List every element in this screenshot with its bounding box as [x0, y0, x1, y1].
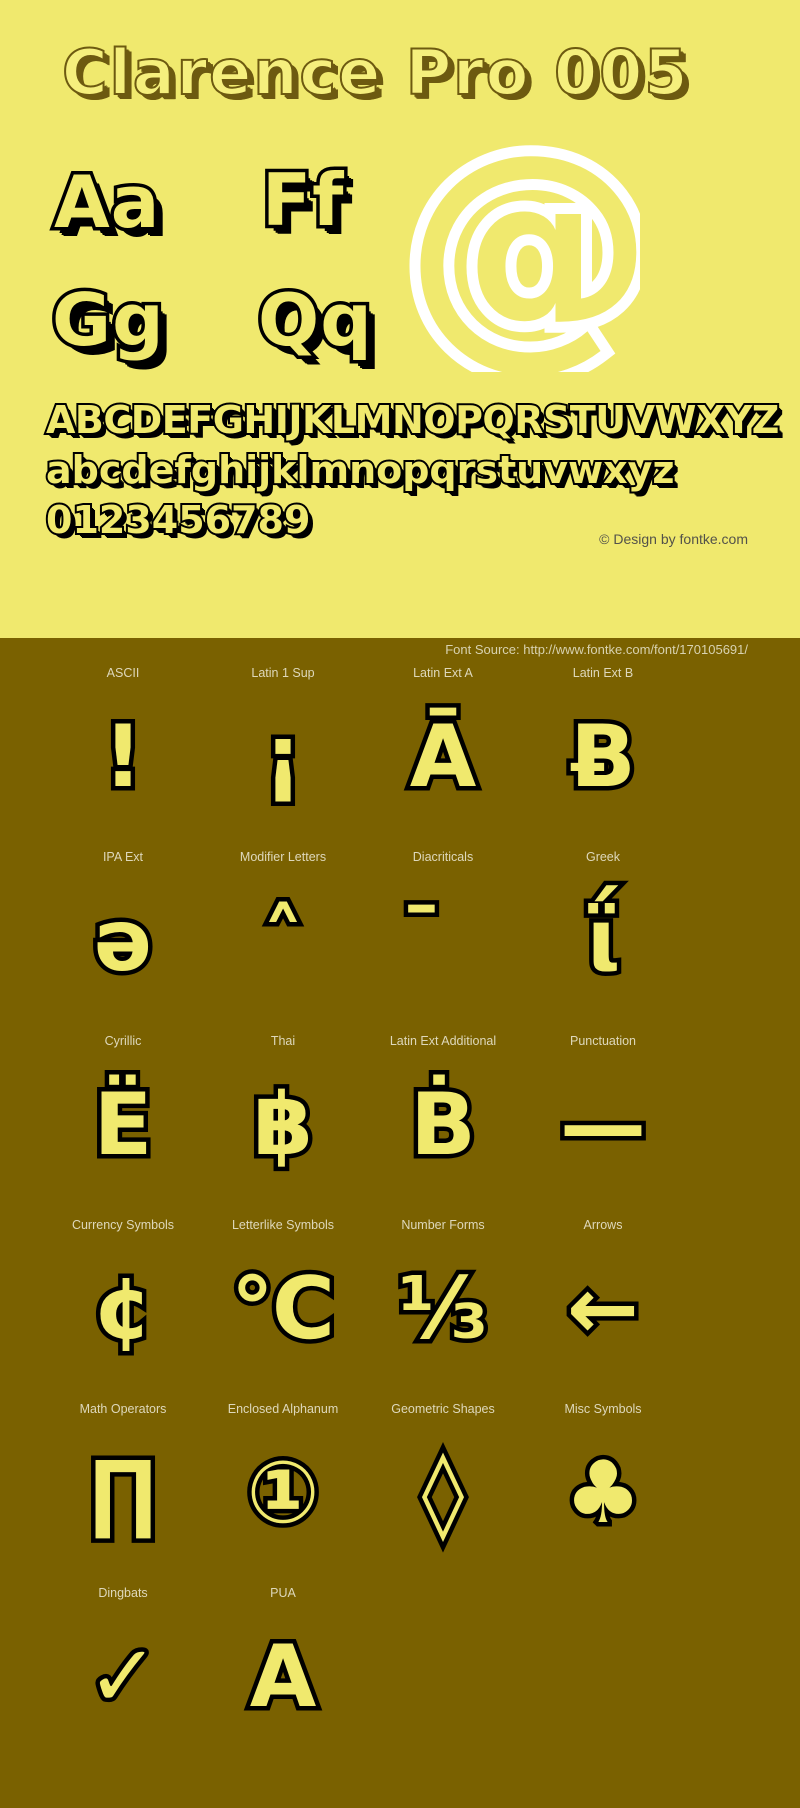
glyph-category-label: Punctuation	[569, 1034, 637, 1048]
glyph-category-row: ASCII! Latin 1 Sup ¡ Latin Ext A Ā Latin Ext …	[0, 666, 800, 850]
specimen-panel: Clarence Pro 005 Aa Ff Gg Qq @ ABCDEFGHI…	[0, 0, 800, 638]
glyph-category-row: IPA ExtəModifier Letters˄Diacriticals̄Gr…	[0, 850, 800, 1034]
glyph-category-sample: ΐ	[582, 887, 625, 996]
sample-pair-qq: Qq	[255, 275, 376, 366]
glyph-category-cell[interactable]: Misc Symbols ♣	[503, 1402, 703, 1586]
glyph-category-label: Misc Symbols	[564, 1402, 642, 1416]
glyph-category-row: Currency Symbols ¢ Letterlike Symbols ℃ Numb…	[0, 1218, 800, 1402]
glyph-category-sample: Ƀ	[566, 703, 641, 812]
glyph-category-cell[interactable]: PUA A	[183, 1586, 383, 1770]
at-sign-feature-glyph: @	[404, 130, 640, 372]
glyph-category-cell[interactable]: Latin Ext B Ƀ	[503, 666, 703, 850]
font-source-band: Font Source: http://www.fontke.com/font/…	[0, 638, 800, 666]
uppercase-alphabet-row: ABCDEFGHIJKLMNOPQRSTUVWXYZ	[44, 396, 781, 444]
glyph-category-sample: A	[245, 1623, 321, 1732]
glyph-category-sample: —	[556, 1071, 651, 1180]
glyph-category-row: Dingbats ✓ PUA A	[0, 1586, 800, 1770]
glyph-category-cell[interactable]: Arrows ←	[503, 1218, 703, 1402]
glyph-category-cell[interactable]: Punctuation —	[503, 1034, 703, 1218]
font-title: Clarence Pro 005	[61, 35, 690, 110]
glyph-category-label: Latin Ext B	[572, 666, 634, 680]
sample-pair-gg: Gg	[49, 275, 168, 366]
glyph-category-sample: ♣	[560, 1439, 646, 1548]
glyph-category-label: Greek	[585, 850, 621, 864]
glyph-category-row: Math Operators ∏ Enclosed Alphanum ① Geometr…	[0, 1402, 800, 1586]
font-source-text: Font Source: http://www.fontke.com/font/…	[445, 642, 748, 657]
glyph-category-grid: ASCII! Latin 1 Sup ¡ Latin Ext A Ā Latin Ext …	[0, 666, 800, 1808]
glyph-category-label: Arrows	[583, 1218, 623, 1232]
sample-pair-aa: Aa	[50, 157, 162, 248]
glyph-category-label: PUA	[270, 1586, 296, 1600]
glyph-category-row: Cyrillic Ё Thai ฿ Latin Ext Additional Ḃ Punct…	[0, 1034, 800, 1218]
digits-row: 0123456789	[44, 496, 312, 544]
glyph-category-cell[interactable]: Greek ΐ	[503, 850, 703, 1034]
lowercase-alphabet-row: abcdefghijklmnopqrstuvwxyz	[44, 446, 676, 494]
sample-pair-ff: Ff	[259, 155, 347, 246]
glyph-category-sample: ←	[562, 1255, 643, 1364]
copyright-notice: © Design by fontke.com	[599, 531, 748, 547]
